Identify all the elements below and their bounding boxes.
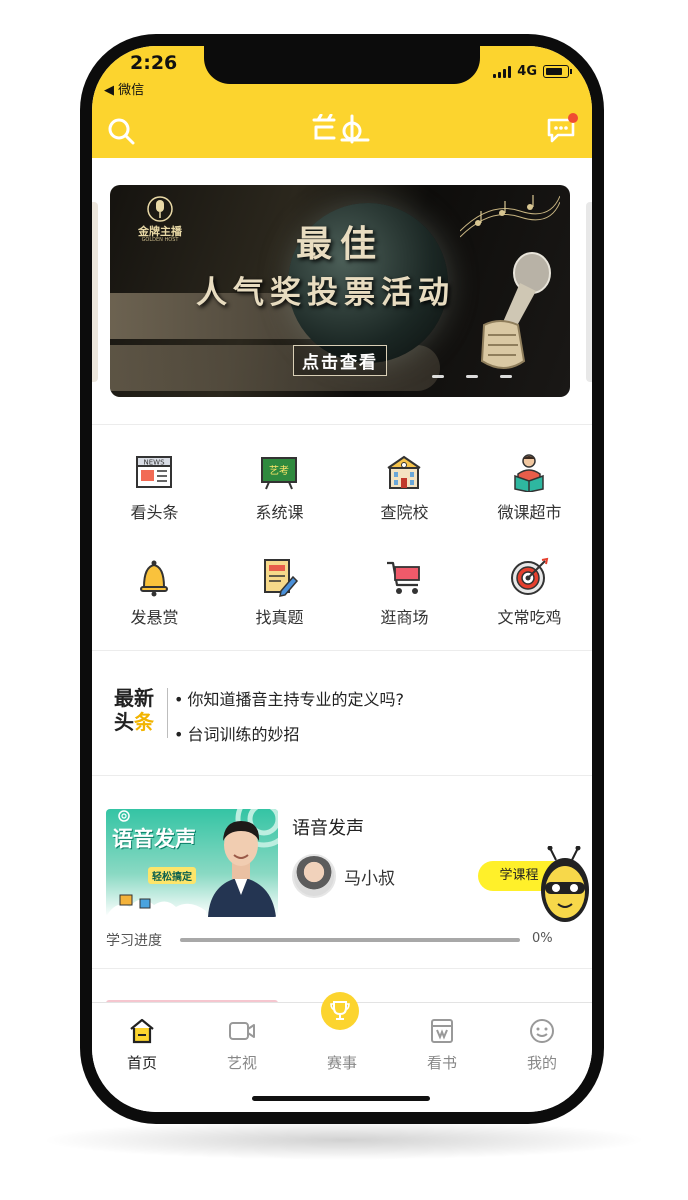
tab-books[interactable]: 看书 bbox=[392, 1013, 492, 1073]
tab-label: 首页 bbox=[126, 1054, 157, 1072]
grid-label: 系统课 bbox=[255, 503, 304, 522]
banner-brand-sub: GOLDEN HOST bbox=[141, 237, 179, 243]
video-camera-icon bbox=[229, 1022, 255, 1040]
trophy-icon bbox=[330, 1001, 350, 1020]
tab-label: 艺视 bbox=[226, 1054, 257, 1072]
grid-item-school[interactable]: 查院校 bbox=[342, 446, 467, 536]
course-thumbnail[interactable]: 语音发声 轻松搞定 bbox=[106, 809, 278, 917]
course-title[interactable]: 语音发声 bbox=[292, 814, 364, 840]
headline-logo-char: 头 bbox=[114, 710, 134, 734]
grid-item-quiz[interactable]: 文常吃鸡 bbox=[467, 551, 592, 641]
app-screen: 2:26 ◀ 微信 4G 金牌主播 GOLDEN HOST 最佳 人气奖投票活动… bbox=[92, 46, 592, 1112]
divider bbox=[92, 650, 592, 651]
bee-mascot-icon[interactable] bbox=[538, 846, 592, 926]
headline-divider bbox=[167, 688, 168, 738]
target-icon bbox=[511, 557, 549, 595]
divider bbox=[92, 424, 592, 425]
grid-item-system-course[interactable]: 艺考 系统课 bbox=[217, 446, 342, 536]
banner-prev-peek[interactable] bbox=[92, 202, 98, 382]
grid-label: 逛商场 bbox=[380, 608, 429, 627]
search-icon[interactable] bbox=[106, 116, 136, 146]
swirl-decor-icon bbox=[118, 810, 130, 822]
music-notes-icon bbox=[460, 195, 560, 238]
home-indicator bbox=[252, 1096, 430, 1101]
microphone-badge-icon bbox=[147, 196, 173, 222]
grid-item-exam[interactable]: 找真题 bbox=[217, 551, 342, 641]
cloud-decor-icon bbox=[106, 894, 206, 917]
teacher-name[interactable]: 马小叔 bbox=[344, 864, 395, 889]
banner-title: 最佳 bbox=[296, 223, 385, 265]
battery-cap bbox=[570, 69, 572, 74]
tab-profile[interactable]: 我的 bbox=[492, 1013, 592, 1073]
grid-label: 找真题 bbox=[255, 608, 304, 627]
teacher-photo bbox=[208, 821, 276, 917]
grid-label: 文常吃鸡 bbox=[497, 608, 562, 627]
divider bbox=[92, 775, 592, 776]
message-badge bbox=[568, 113, 578, 123]
headline-item[interactable]: 台词训练的妙招 bbox=[174, 721, 299, 745]
profile-face-icon bbox=[530, 1019, 554, 1043]
headline-item[interactable]: 你知道播音主持专业的定义吗? bbox=[174, 686, 404, 710]
status-time: 2:26 bbox=[130, 52, 178, 74]
grid-label: 微课超市 bbox=[497, 503, 562, 522]
banner-view-button[interactable]: 点击查看 bbox=[293, 345, 387, 376]
school-building-icon bbox=[387, 455, 421, 489]
shopping-cart-icon bbox=[387, 561, 420, 594]
tab-label: 我的 bbox=[526, 1054, 557, 1072]
thumbnail-title: 语音发声 bbox=[112, 827, 196, 851]
phone-shadow bbox=[40, 1120, 648, 1160]
progress-bar bbox=[180, 938, 520, 942]
back-to-wechat-link[interactable]: ◀ 微信 bbox=[104, 79, 144, 98]
progress-percent: 0% bbox=[532, 931, 553, 946]
divider bbox=[92, 968, 592, 969]
home-icon bbox=[130, 1018, 154, 1044]
news-icon: NEWS bbox=[136, 456, 172, 488]
news-icon-text: NEWS bbox=[143, 459, 165, 467]
grid-label: 看头条 bbox=[130, 503, 179, 522]
grid-item-bounty[interactable]: 发悬赏 bbox=[92, 551, 217, 641]
grid-item-news[interactable]: NEWS 看头条 bbox=[92, 446, 217, 536]
headline-logo: 最新 头条 bbox=[114, 686, 162, 734]
book-icon bbox=[431, 1019, 453, 1043]
chalkboard-icon: 艺考 bbox=[261, 457, 297, 490]
chalkboard-text: 艺考 bbox=[269, 465, 289, 477]
headline-logo-line1: 最新 bbox=[114, 686, 154, 710]
banner-subtitle: 人气奖投票活动 bbox=[196, 275, 455, 311]
pagination-dot bbox=[500, 375, 512, 378]
reading-person-icon bbox=[514, 454, 544, 492]
teacher-avatar[interactable] bbox=[292, 854, 336, 898]
banner-next-peek[interactable] bbox=[586, 202, 592, 382]
grid-label: 查院校 bbox=[380, 503, 429, 522]
promo-banner[interactable]: 金牌主播 GOLDEN HOST 最佳 人气奖投票活动 点击查看 bbox=[110, 185, 570, 397]
grid-item-micro-course[interactable]: 微课超市 bbox=[467, 446, 592, 536]
tab-home[interactable]: 首页 bbox=[92, 1013, 192, 1073]
grid-label: 发悬赏 bbox=[130, 608, 179, 627]
phone-notch bbox=[204, 46, 480, 84]
battery-icon bbox=[543, 65, 569, 78]
tab-video[interactable]: 艺视 bbox=[192, 1013, 292, 1073]
thumbnail-badge: 轻松搞定 bbox=[148, 867, 196, 884]
tab-label: 赛事 bbox=[326, 1054, 357, 1072]
competition-center-button[interactable] bbox=[321, 992, 359, 1030]
headline-logo-char-accent: 条 bbox=[134, 710, 154, 734]
tab-label: 看书 bbox=[426, 1054, 457, 1072]
pagination-dot bbox=[432, 375, 444, 378]
network-type: 4G bbox=[517, 64, 537, 79]
progress-label: 学习进度 bbox=[106, 933, 162, 949]
bell-icon bbox=[140, 560, 168, 597]
headline-logo-line2: 头条 bbox=[114, 710, 162, 734]
golden-microphone-icon bbox=[480, 252, 551, 369]
banner-pagination bbox=[432, 375, 512, 378]
yikao-logo-icon bbox=[312, 114, 370, 144]
exam-paper-icon bbox=[264, 559, 299, 597]
pagination-dot bbox=[466, 375, 478, 378]
signal-icon bbox=[493, 65, 512, 78]
status-indicators: 4G bbox=[493, 64, 572, 79]
grid-item-mall[interactable]: 逛商场 bbox=[342, 551, 467, 641]
